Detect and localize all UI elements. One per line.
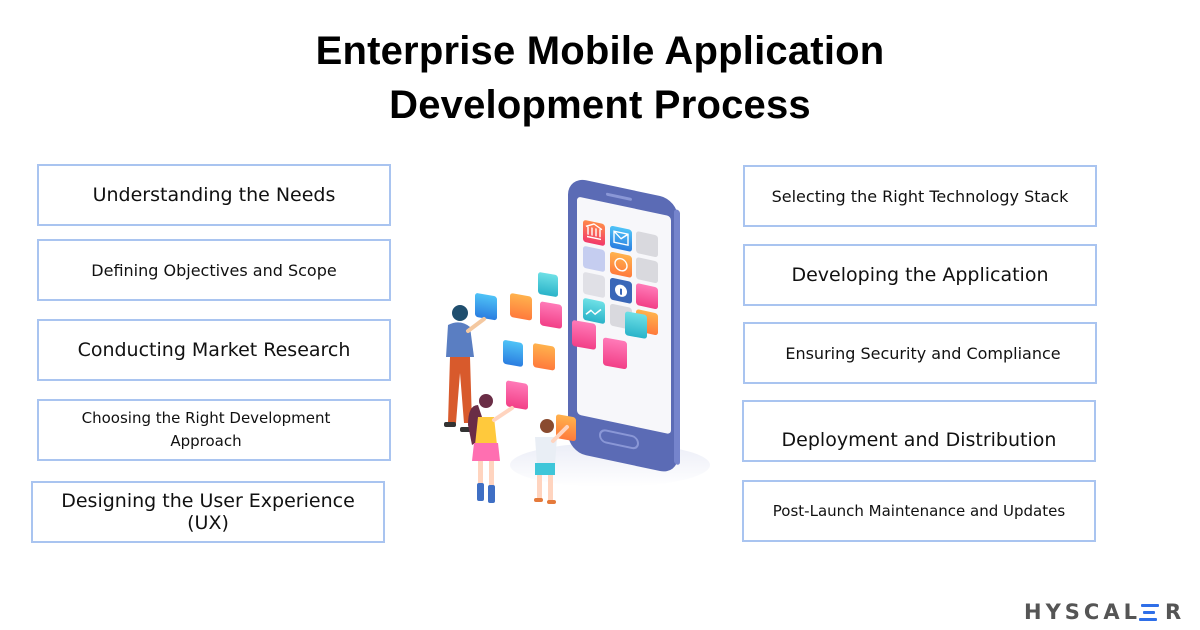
clock-icon bbox=[610, 251, 632, 278]
speedometer-icon bbox=[540, 301, 562, 329]
step-box-security-compliance: Ensuring Security and Compliance bbox=[743, 322, 1097, 384]
page-title: Enterprise Mobile Application Developmen… bbox=[0, 24, 1200, 132]
chart-icon bbox=[583, 298, 605, 324]
hyscaler-logo: HYSCAL R bbox=[1024, 598, 1185, 626]
logo-text-suffix: R bbox=[1164, 600, 1186, 624]
step-label: Post-Launch Maintenance and Updates bbox=[772, 501, 1066, 520]
step-box-development-approach: Choosing the Right Development Approach bbox=[37, 399, 391, 461]
title-line-1: Enterprise Mobile Application bbox=[315, 29, 885, 73]
cart-icon bbox=[603, 337, 627, 370]
step-label: Deployment and Distribution bbox=[781, 429, 1057, 451]
logo-e-stripes-icon bbox=[1138, 603, 1159, 621]
camera-icon bbox=[533, 343, 555, 371]
step-label: Ensuring Security and Compliance bbox=[785, 343, 1061, 363]
step-label: Understanding the Needs bbox=[92, 184, 336, 206]
shopping-bag-icon bbox=[506, 380, 528, 410]
play-icon bbox=[625, 311, 647, 339]
step-label: Designing the User Experience (UX) bbox=[61, 490, 355, 534]
step-box-defining-objectives: Defining Objectives and Scope bbox=[37, 239, 391, 301]
analytics-icon bbox=[475, 293, 497, 321]
mobile-app-illustration bbox=[444, 179, 710, 504]
settings-icon bbox=[510, 293, 532, 321]
step-label: Conducting Market Research bbox=[77, 339, 351, 361]
step-box-developing-application: Developing the Application bbox=[743, 244, 1097, 306]
lock-icon bbox=[503, 340, 523, 367]
step-box-understanding-needs: Understanding the Needs bbox=[37, 164, 391, 226]
title-line-2: Development Process bbox=[389, 83, 811, 127]
logo-text-prefix: HYSCAL bbox=[1024, 600, 1141, 624]
woman-figure bbox=[468, 394, 514, 503]
step-label: Choosing the Right Development Approach bbox=[81, 409, 331, 450]
step-box-technology-stack: Selecting the Right Technology Stack bbox=[743, 165, 1097, 227]
music-icon bbox=[572, 320, 596, 350]
step-label: Developing the Application bbox=[791, 264, 1049, 286]
step-label: Defining Objectives and Scope bbox=[91, 260, 337, 280]
step-box-market-research: Conducting Market Research bbox=[37, 319, 391, 381]
step-label: Selecting the Right Technology Stack bbox=[771, 186, 1069, 206]
step-box-post-launch-maintenance: Post-Launch Maintenance and Updates bbox=[742, 480, 1096, 542]
step-box-deployment-distribution: Deployment and Distribution bbox=[742, 400, 1096, 462]
pink-tile bbox=[636, 283, 658, 310]
step-box-user-experience: Designing the User Experience (UX) bbox=[31, 481, 385, 543]
globe-icon bbox=[538, 272, 558, 297]
